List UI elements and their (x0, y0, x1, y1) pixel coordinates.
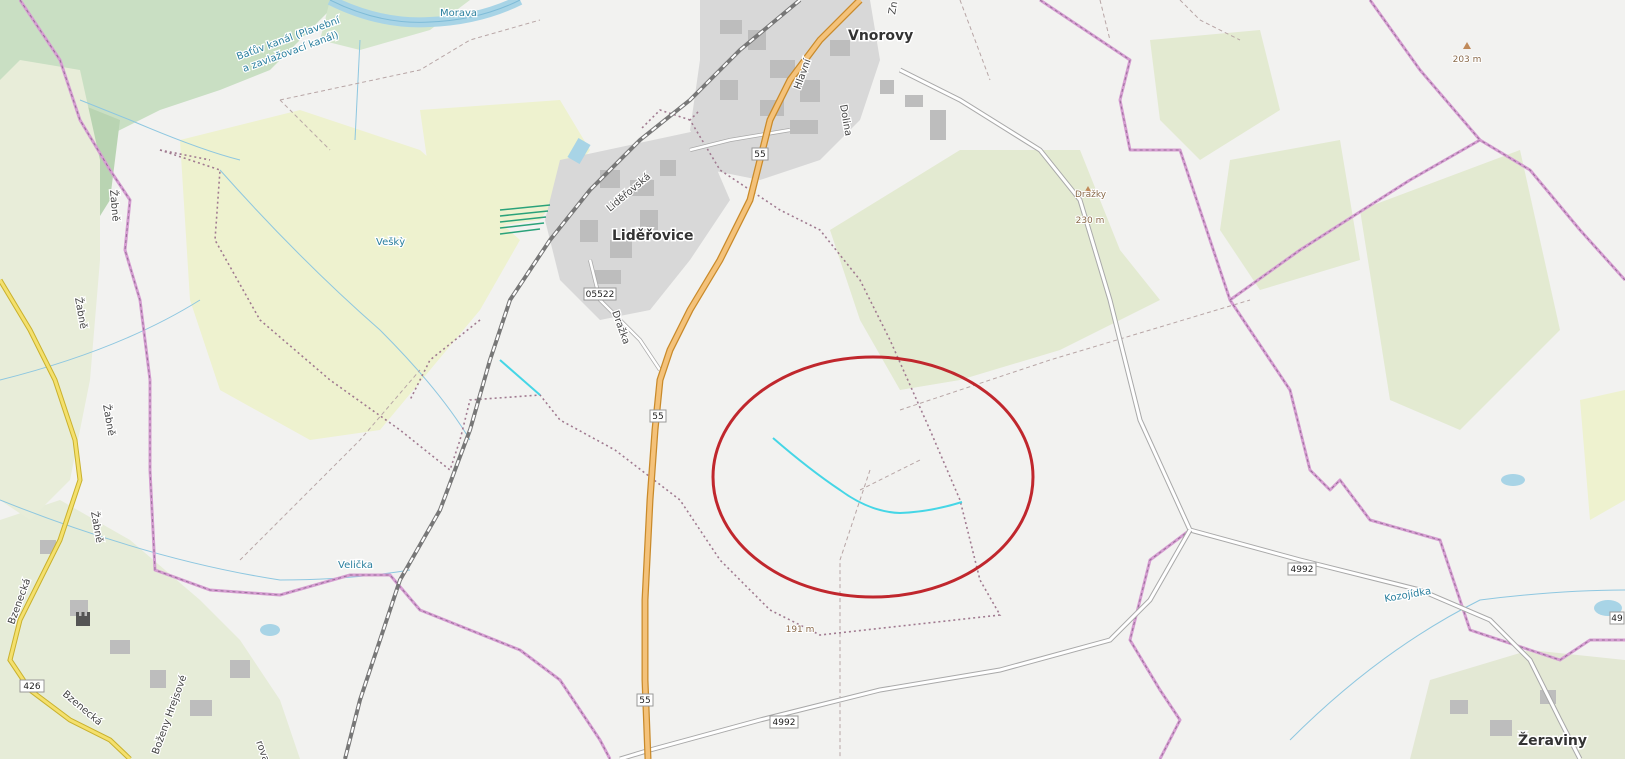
svg-text:4992: 4992 (1291, 565, 1314, 575)
road-shield-4992: 4992 (769, 715, 799, 729)
water-label-velicka: Velička (338, 559, 373, 571)
castle-icon (76, 612, 90, 626)
road-shield-49: 49 (1609, 611, 1625, 625)
svg-text:426: 426 (23, 682, 40, 692)
street-label-zn: Zn (887, 1, 900, 16)
road-shield-05522: 05522 (583, 287, 617, 301)
road-shield-55: 55 (751, 147, 769, 161)
peak-elevation-label: 230 m (1076, 216, 1105, 226)
road-shield-55: 55 (649, 409, 667, 423)
road-shield-426: 426 (19, 679, 45, 693)
svg-text:49: 49 (1611, 614, 1623, 624)
peak-label-drazky: Dražky (1075, 190, 1107, 200)
place-label-zeraviny: Žeraviny (1518, 732, 1587, 749)
road-shield-4992: 4992 (1287, 562, 1317, 576)
pond (260, 624, 280, 636)
svg-text:55: 55 (754, 150, 765, 160)
water-label-morava: Morava (440, 8, 477, 19)
place-label-liderovice: Liděřovice (612, 228, 693, 244)
peak-elevation-label: 203 m (1453, 55, 1482, 65)
svg-text:55: 55 (652, 412, 663, 422)
place-label-vnorovy: Vnorovy (848, 28, 913, 44)
pond (1501, 474, 1525, 486)
svg-text:55: 55 (639, 696, 650, 706)
map-canvas[interactable]: 55 55 55 05522 4992 4992 426 49 Vnorovy … (0, 0, 1625, 759)
road-shield-55: 55 (636, 693, 654, 707)
svg-text:4992: 4992 (773, 718, 796, 728)
peak-elevation-label: 191 m (786, 625, 815, 635)
water-label-vesky: Veškỳ (376, 236, 405, 248)
svg-text:05522: 05522 (586, 290, 615, 300)
